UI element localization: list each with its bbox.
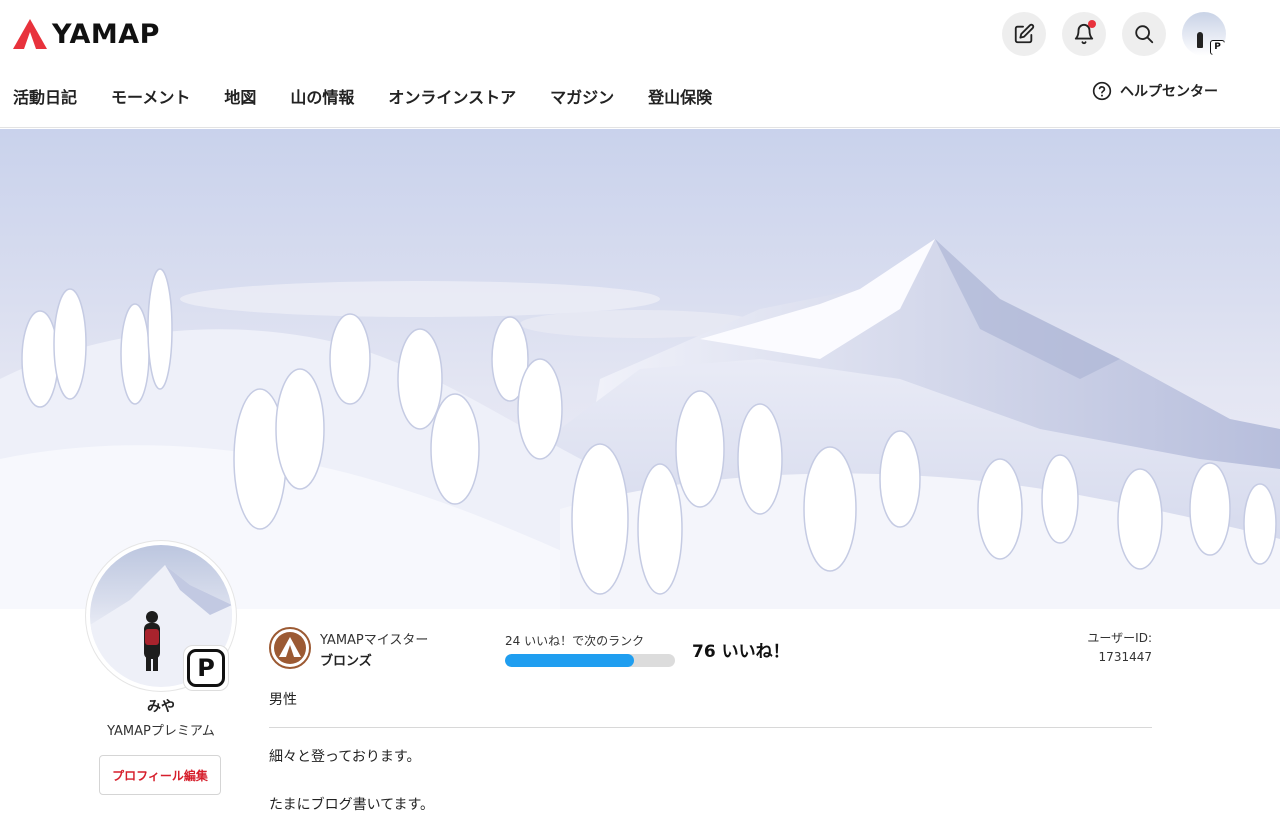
rank-title: YAMAPマイスター	[320, 633, 429, 648]
nav-item-map[interactable]: 地図	[224, 84, 256, 108]
rank-name: ブロンズ	[320, 654, 372, 669]
nav-item-insurance[interactable]: 登山保険	[648, 84, 712, 108]
help-icon	[1092, 81, 1112, 101]
nav-item-moment[interactable]: モーメント	[111, 84, 190, 108]
yamap-logo[interactable]: YAMAP	[12, 16, 160, 52]
search-button[interactable]	[1122, 12, 1166, 56]
likes-count: 76 いいね！	[692, 642, 790, 662]
header-avatar[interactable]: P	[1182, 12, 1226, 56]
nav-item-mountain-info[interactable]: 山の情報	[290, 84, 354, 108]
premium-p-icon: P	[187, 649, 225, 687]
bronze-rank-icon	[269, 627, 311, 669]
bio-line: 細々と登っております。	[269, 749, 421, 765]
search-icon	[1135, 25, 1154, 44]
rank-progress-fill	[505, 654, 635, 667]
premium-badge: P	[183, 645, 229, 691]
divider	[269, 727, 1152, 728]
logo-mountain-icon	[13, 19, 47, 49]
cover-image	[0, 129, 1280, 609]
notifications-button[interactable]	[1062, 12, 1106, 56]
snowy-mountain-illustration	[0, 239, 1280, 609]
edit-icon	[1014, 23, 1035, 44]
rank-progress-bar	[505, 654, 675, 667]
user-id-value: 1731447	[1098, 650, 1152, 664]
nav-item-online-store[interactable]: オンラインストア	[388, 84, 516, 108]
edit-button[interactable]	[1002, 12, 1046, 56]
user-id-label: ユーザーID:	[1087, 631, 1152, 645]
gender: 男性	[269, 692, 297, 708]
logo-text: YAMAP	[52, 18, 160, 50]
premium-mini-badge: P	[1210, 40, 1225, 55]
help-center-link[interactable]: ヘルプセンター	[1092, 81, 1218, 101]
next-rank-text: 24 いいね！で次のランク	[505, 634, 645, 648]
user-name: みや	[147, 699, 175, 715]
user-plan: YAMAPプレミアム	[107, 724, 215, 739]
site-header: YAMAP P 活動日記 モーメント 地図 山の情報 オンラインストア マガジン…	[0, 0, 1280, 128]
edit-profile-button[interactable]: プロフィール編集	[99, 755, 221, 795]
nav-item-magazine[interactable]: マガジン	[550, 84, 614, 108]
avatar-person-figure	[1197, 32, 1203, 48]
help-center-label: ヘルプセンター	[1120, 84, 1218, 100]
main-nav: 活動日記 モーメント 地図 山の情報 オンラインストア マガジン 登山保険	[13, 84, 746, 108]
nav-item-activity-journal[interactable]: 活動日記	[13, 84, 77, 108]
bio-line: たまにブログ書いてます。	[269, 797, 435, 813]
notification-dot	[1088, 20, 1096, 28]
